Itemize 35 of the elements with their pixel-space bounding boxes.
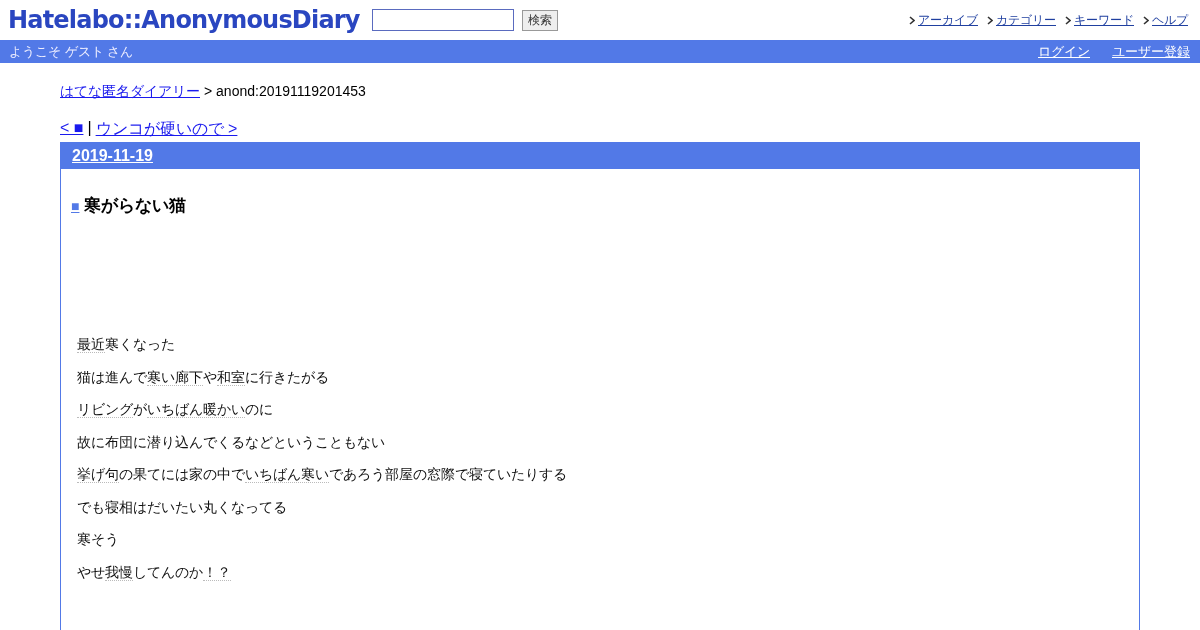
entry-paragraph: 故に布団に潜り込んでくるなどということもない: [77, 432, 386, 451]
entry-paragraph: でも寝相はだいたい丸くなってる: [77, 497, 288, 516]
entry-paragraph: リビングがいちばん暖かいのに: [77, 400, 274, 419]
entry-paragraph: 挙げ句の果てには家の中でいちばん寒いであろう部屋の窓際で寝ていたりする: [77, 465, 568, 484]
site-logo[interactable]: Hatelabo::AnonymousDiary: [8, 6, 360, 34]
entry-paragraph: 猫は進んで寒い廊下や和室に行きたがる: [77, 367, 330, 386]
next-link[interactable]: ウンコが硬いので >: [95, 119, 238, 140]
keyword-link[interactable]: いちばん寒い: [245, 466, 329, 483]
prev-link[interactable]: < ■: [60, 119, 84, 140]
search-field[interactable]: [371, 9, 514, 31]
keyword-link[interactable]: 挙げ句: [77, 466, 119, 483]
account-link[interactable]: ログイン: [1038, 42, 1090, 61]
entry-permalink[interactable]: ■: [71, 197, 80, 214]
entry-paragraph: 寒そう: [77, 530, 120, 549]
account-link[interactable]: ユーザー登録: [1112, 42, 1190, 61]
nav-link[interactable]: ヘルプ: [1152, 11, 1188, 29]
entry-paragraph: やせ我慢 してんのか！？: [77, 562, 232, 581]
welcome-text: ようこそ ゲスト さん: [9, 42, 134, 61]
search-button[interactable]: 検索: [521, 9, 558, 31]
breadcrumb-current: > anond:20191119201453: [204, 83, 366, 101]
keyword-link[interactable]: いちばん暖かい: [147, 401, 245, 418]
entry-paragraph: 最近寒くなった: [77, 335, 176, 354]
nav-link[interactable]: キーワード: [1074, 11, 1134, 29]
keyword-link[interactable]: 和室: [217, 368, 245, 386]
date-link[interactable]: 2019-11-19: [72, 147, 153, 165]
keyword-link[interactable]: 最近: [77, 336, 105, 353]
keyword-link[interactable]: リビング: [77, 401, 133, 418]
keyword-link[interactable]: ！？: [203, 563, 231, 581]
pager-separator: |: [87, 119, 92, 138]
keyword-link[interactable]: 寒い廊下: [147, 368, 203, 386]
breadcrumb-link[interactable]: はてな匿名ダイアリー: [60, 83, 200, 101]
nav-link[interactable]: アーカイブ: [918, 11, 978, 29]
keyword-link[interactable]: 我慢: [105, 563, 133, 581]
nav-link[interactable]: カテゴリー: [996, 11, 1056, 29]
entry-title: 寒がらない猫: [84, 195, 187, 217]
